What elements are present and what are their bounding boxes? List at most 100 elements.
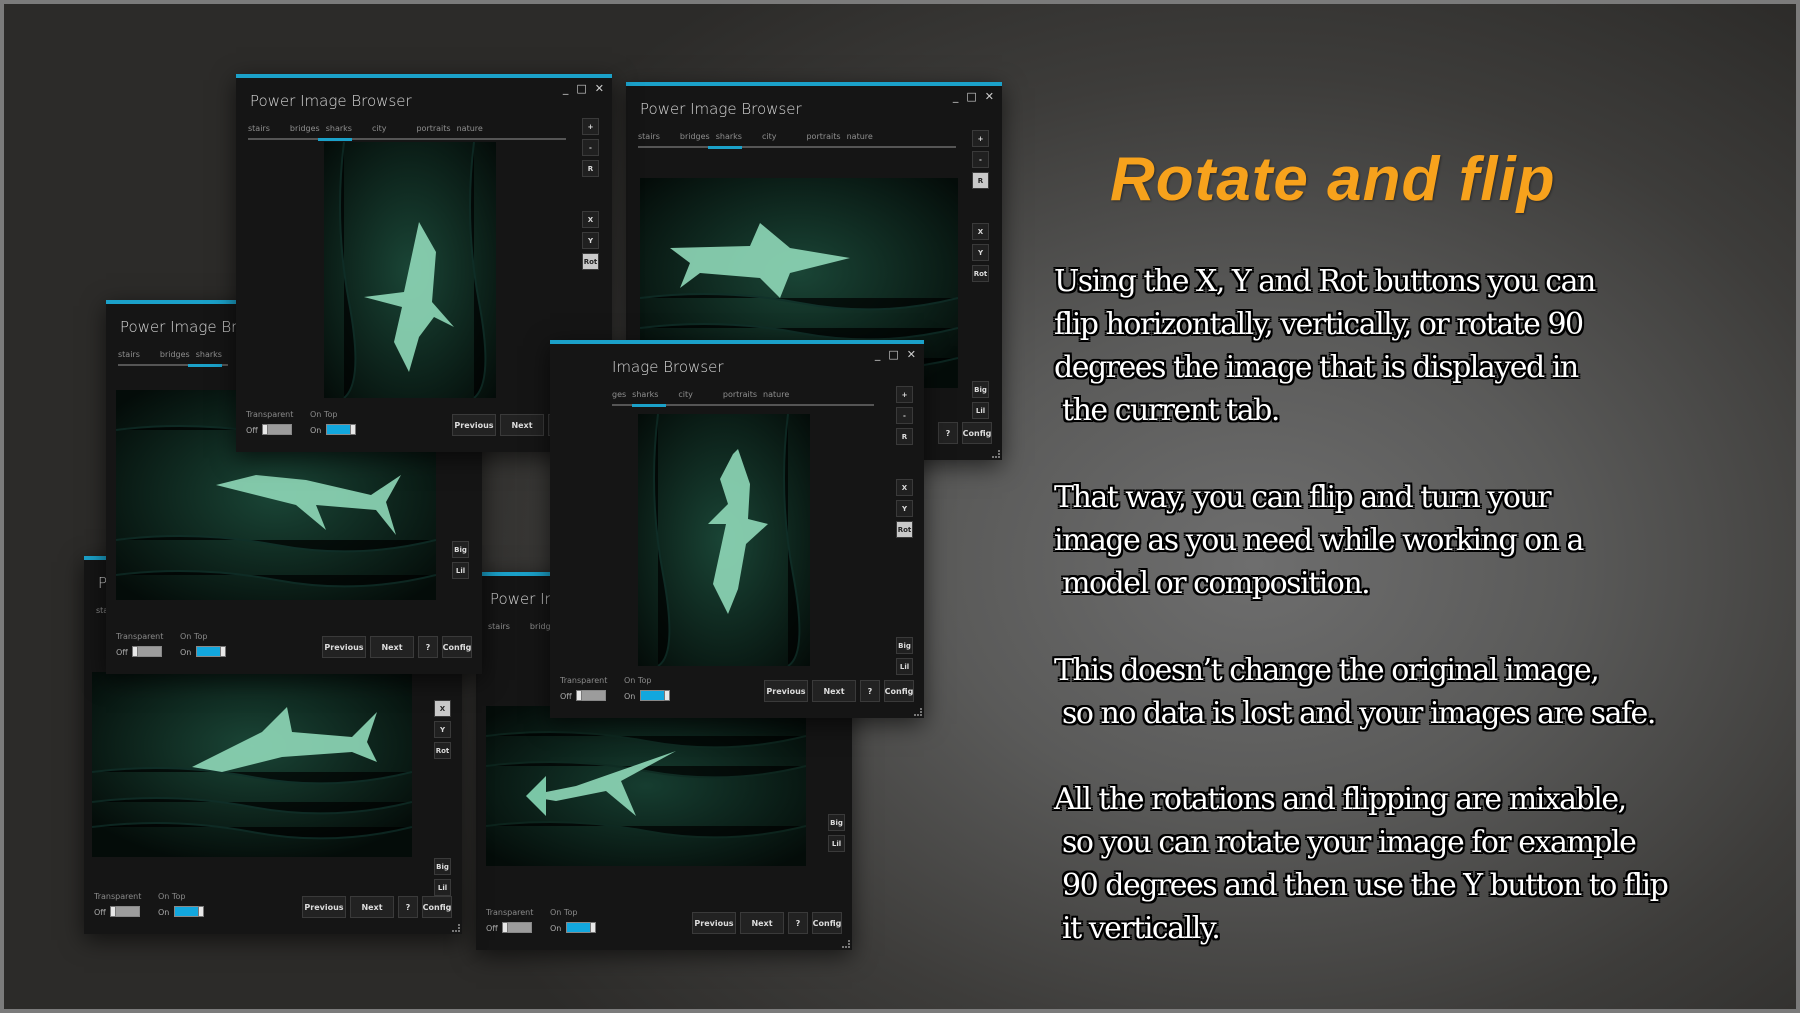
tab-portraits[interactable]: portraits xyxy=(416,124,456,137)
tab-nature[interactable]: nature xyxy=(457,124,489,137)
config-button[interactable]: Config xyxy=(442,636,472,658)
app-window-center: Image Browser _ □ ✕ ges sharks city port… xyxy=(550,340,924,718)
on-top-toggle[interactable] xyxy=(566,922,596,933)
transparent-toggle[interactable] xyxy=(576,690,606,701)
tab-stairs[interactable]: stairs xyxy=(638,132,666,145)
previous-button[interactable]: Previous xyxy=(452,414,496,436)
tab-sharks[interactable]: sharks xyxy=(196,350,228,363)
transparent-toggle[interactable] xyxy=(502,922,532,933)
big-button[interactable]: Big xyxy=(434,858,451,875)
tab-bridges[interactable]: bridges xyxy=(160,350,196,363)
config-button[interactable]: Config xyxy=(884,680,914,702)
reset-button[interactable]: R xyxy=(896,428,913,445)
next-button[interactable]: Next xyxy=(812,680,856,702)
previous-button[interactable]: Previous xyxy=(302,896,346,918)
zoom-out-button[interactable]: - xyxy=(896,407,913,424)
flip-y-button[interactable]: Y xyxy=(434,721,451,738)
zoom-out-button[interactable]: - xyxy=(582,139,599,156)
rotate-button[interactable]: Rot xyxy=(582,253,599,270)
rotate-button[interactable]: Rot xyxy=(896,521,913,538)
shark-image xyxy=(638,414,810,666)
close-icon[interactable]: ✕ xyxy=(985,90,994,103)
maximize-icon[interactable]: □ xyxy=(888,348,898,361)
tab-portraits[interactable]: portraits xyxy=(723,390,763,403)
previous-button[interactable]: Previous xyxy=(692,912,736,934)
zoom-in-button[interactable]: + xyxy=(972,130,989,147)
reset-button[interactable]: R xyxy=(582,160,599,177)
resize-grip[interactable] xyxy=(914,708,922,716)
config-button[interactable]: Config xyxy=(422,896,452,918)
zoom-in-button[interactable]: + xyxy=(582,118,599,135)
flip-x-button[interactable]: X xyxy=(972,223,989,240)
help-button[interactable]: ? xyxy=(398,896,418,918)
flip-x-button[interactable]: X xyxy=(896,479,913,496)
tab-stairs[interactable]: stairs xyxy=(118,350,146,363)
tab-city[interactable]: city xyxy=(762,132,783,145)
close-icon[interactable]: ✕ xyxy=(595,82,604,95)
tab-stairs[interactable]: stairs xyxy=(248,124,276,137)
close-icon[interactable]: ✕ xyxy=(907,348,916,361)
previous-button[interactable]: Previous xyxy=(322,636,366,658)
rotate-button[interactable]: Rot xyxy=(434,742,451,759)
maximize-icon[interactable]: □ xyxy=(966,90,976,103)
toggle-knob xyxy=(576,690,582,701)
next-button[interactable]: Next xyxy=(740,912,784,934)
zoom-in-button[interactable]: + xyxy=(896,386,913,403)
tab-bridges[interactable]: bridges xyxy=(680,132,716,145)
text-line: model or composition. xyxy=(1054,566,1371,601)
maximize-icon[interactable]: □ xyxy=(576,82,586,95)
transparent-toggle[interactable] xyxy=(132,646,162,657)
config-button[interactable]: Config xyxy=(962,422,992,444)
flip-y-button[interactable]: Y xyxy=(896,500,913,517)
tab-nature[interactable]: nature xyxy=(847,132,879,145)
next-button[interactable]: Next xyxy=(370,636,414,658)
reset-button[interactable]: R xyxy=(972,172,989,189)
big-button[interactable]: Big xyxy=(896,637,913,654)
tab-stairs[interactable]: stairs xyxy=(488,622,516,635)
tab-bridges[interactable]: bridges xyxy=(290,124,326,137)
help-button[interactable]: ? xyxy=(938,422,958,444)
minimize-icon[interactable]: _ xyxy=(953,90,959,103)
config-button[interactable]: Config xyxy=(812,912,842,934)
help-button[interactable]: ? xyxy=(788,912,808,934)
resize-grip[interactable] xyxy=(992,450,1000,458)
little-button[interactable]: Lil xyxy=(972,402,989,419)
tab-city[interactable]: city xyxy=(372,124,393,137)
flip-y-button[interactable]: Y xyxy=(582,232,599,249)
transparent-toggle[interactable] xyxy=(262,424,292,435)
little-button[interactable]: Lil xyxy=(828,835,845,852)
on-top-label: On Top xyxy=(180,632,208,641)
big-button[interactable]: Big xyxy=(452,541,469,558)
next-button[interactable]: Next xyxy=(500,414,544,436)
tab-sharks[interactable]: sharks xyxy=(716,132,748,145)
flip-y-button[interactable]: Y xyxy=(972,244,989,261)
zoom-out-button[interactable]: - xyxy=(972,151,989,168)
minimize-icon[interactable]: _ xyxy=(563,82,569,95)
on-top-toggle[interactable] xyxy=(326,424,356,435)
tab-nature[interactable]: nature xyxy=(763,390,795,403)
next-button[interactable]: Next xyxy=(350,896,394,918)
on-top-toggle[interactable] xyxy=(640,690,670,701)
resize-grip[interactable] xyxy=(842,940,850,948)
big-button[interactable]: Big xyxy=(828,814,845,831)
rotate-button[interactable]: Rot xyxy=(972,265,989,282)
help-button[interactable]: ? xyxy=(418,636,438,658)
help-button[interactable]: ? xyxy=(860,680,880,702)
flip-x-button[interactable]: X xyxy=(582,211,599,228)
transparent-toggle[interactable] xyxy=(110,906,140,917)
on-top-toggle[interactable] xyxy=(196,646,226,657)
minimize-icon[interactable]: _ xyxy=(875,348,881,361)
flip-x-button[interactable]: X xyxy=(434,700,451,717)
tab-bridges[interactable]: ges xyxy=(612,390,632,403)
tab-portraits[interactable]: portraits xyxy=(806,132,846,145)
tab-sharks[interactable]: sharks xyxy=(632,390,664,403)
on-top-toggle[interactable] xyxy=(174,906,204,917)
previous-button[interactable]: Previous xyxy=(764,680,808,702)
on-top-label: On Top xyxy=(624,676,652,685)
resize-grip[interactable] xyxy=(452,924,460,932)
tab-city[interactable]: city xyxy=(678,390,699,403)
little-button[interactable]: Lil xyxy=(452,562,469,579)
big-button[interactable]: Big xyxy=(972,381,989,398)
little-button[interactable]: Lil xyxy=(896,658,913,675)
tab-sharks[interactable]: sharks xyxy=(326,124,358,137)
